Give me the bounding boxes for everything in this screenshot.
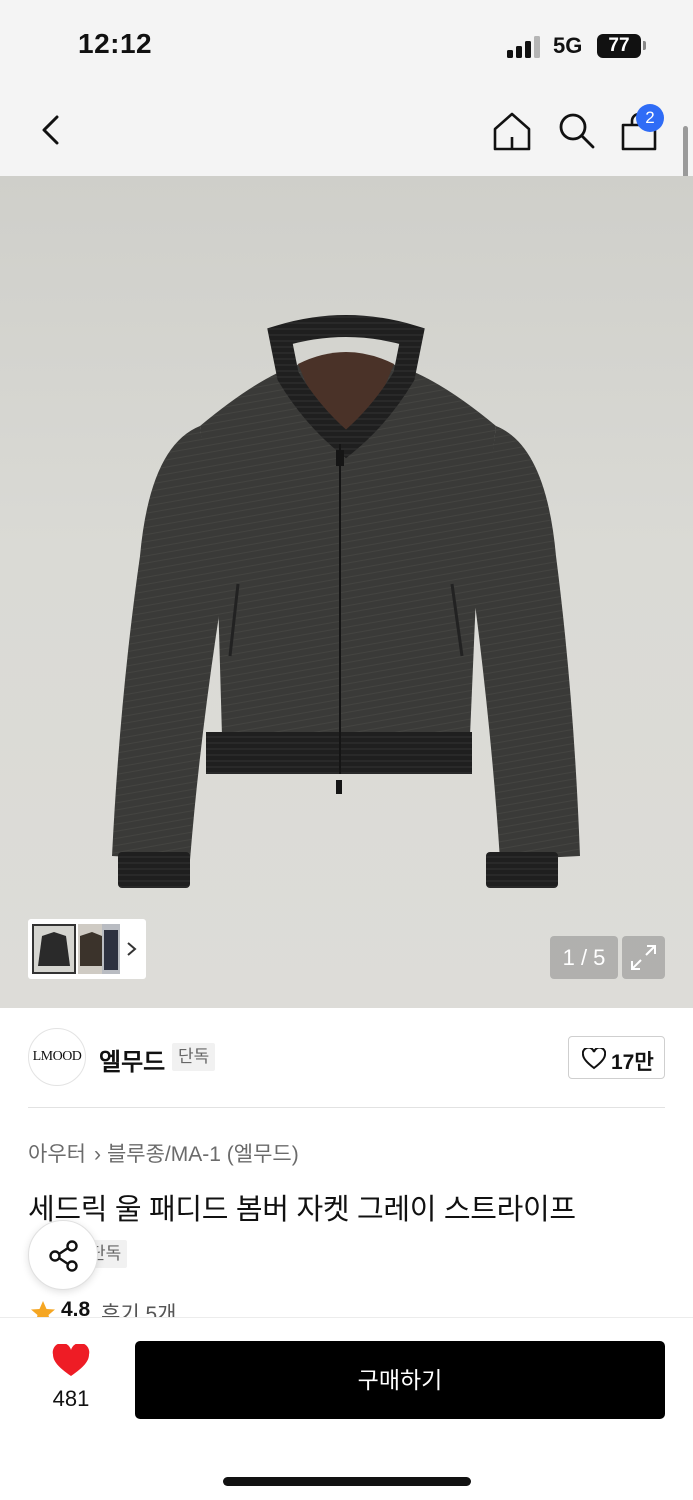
battery-cap (643, 41, 646, 50)
brand-like-count: 17만 (611, 1051, 654, 1074)
breadcrumb: 아우터 › 블루종/MA-1 (엘무드) (28, 1138, 299, 1168)
search-icon (559, 113, 595, 149)
chevron-left-icon (42, 115, 59, 145)
expand-icon (631, 945, 656, 970)
home-indicator (223, 1477, 471, 1486)
thumbnail-image (80, 932, 102, 966)
bottom-action-bar: 481 구매하기 (0, 1317, 693, 1500)
top-nav (0, 88, 693, 176)
image-thumbnail-strip[interactable] (28, 919, 146, 979)
battery-icon: 77 (597, 34, 641, 58)
exclusive-badge: 단독 (172, 1043, 216, 1071)
back-button[interactable] (34, 110, 70, 150)
thumbnail-2[interactable] (78, 924, 102, 974)
home-button[interactable] (490, 110, 534, 154)
thumbnail-image (104, 930, 118, 970)
chevron-right-icon: › (93, 1143, 101, 1166)
search-button[interactable] (555, 110, 599, 154)
status-time: 12:12 (78, 28, 153, 59)
network-type: 5G (553, 33, 583, 58)
share-icon (49, 1240, 78, 1272)
wishlist-button[interactable]: 481 (36, 1344, 106, 1414)
brand-like-button[interactable]: 17만 (568, 1036, 665, 1079)
heart-outline-icon (582, 1048, 606, 1070)
breadcrumb-item[interactable]: 아우터 (28, 1143, 86, 1166)
heart-filled-icon (52, 1344, 90, 1376)
chevron-right-icon (127, 942, 137, 956)
buy-button[interactable]: 구매하기 (135, 1341, 665, 1419)
product-title: 세드릭 울 패디드 봄버 자켓 그레이 스트라이프 (28, 1194, 576, 1226)
brand-logo[interactable]: LMOOD (28, 1028, 86, 1086)
share-button[interactable] (28, 1220, 98, 1290)
expand-image-button[interactable] (622, 936, 665, 979)
image-counter: 1 / 5 (550, 936, 618, 979)
product-image-gallery[interactable]: 1 / 5 (0, 176, 693, 1008)
wishlist-count: 481 (52, 1386, 90, 1411)
thumbnail-1[interactable] (32, 924, 76, 974)
product-image (112, 315, 580, 888)
home-icon (493, 112, 531, 151)
divider (28, 1107, 665, 1108)
thumbnail-image (38, 932, 70, 966)
cart-count-badge: 2 (636, 104, 664, 132)
brand-name[interactable]: 엘무드 (99, 1042, 165, 1077)
thumbnail-3[interactable] (102, 924, 120, 974)
signal-icon (507, 36, 543, 58)
breadcrumb-item[interactable]: 블루종/MA-1 (엘무드) (107, 1143, 299, 1166)
heart-shape (52, 1344, 90, 1376)
status-bar: 12:12 5G 77 (0, 0, 693, 88)
